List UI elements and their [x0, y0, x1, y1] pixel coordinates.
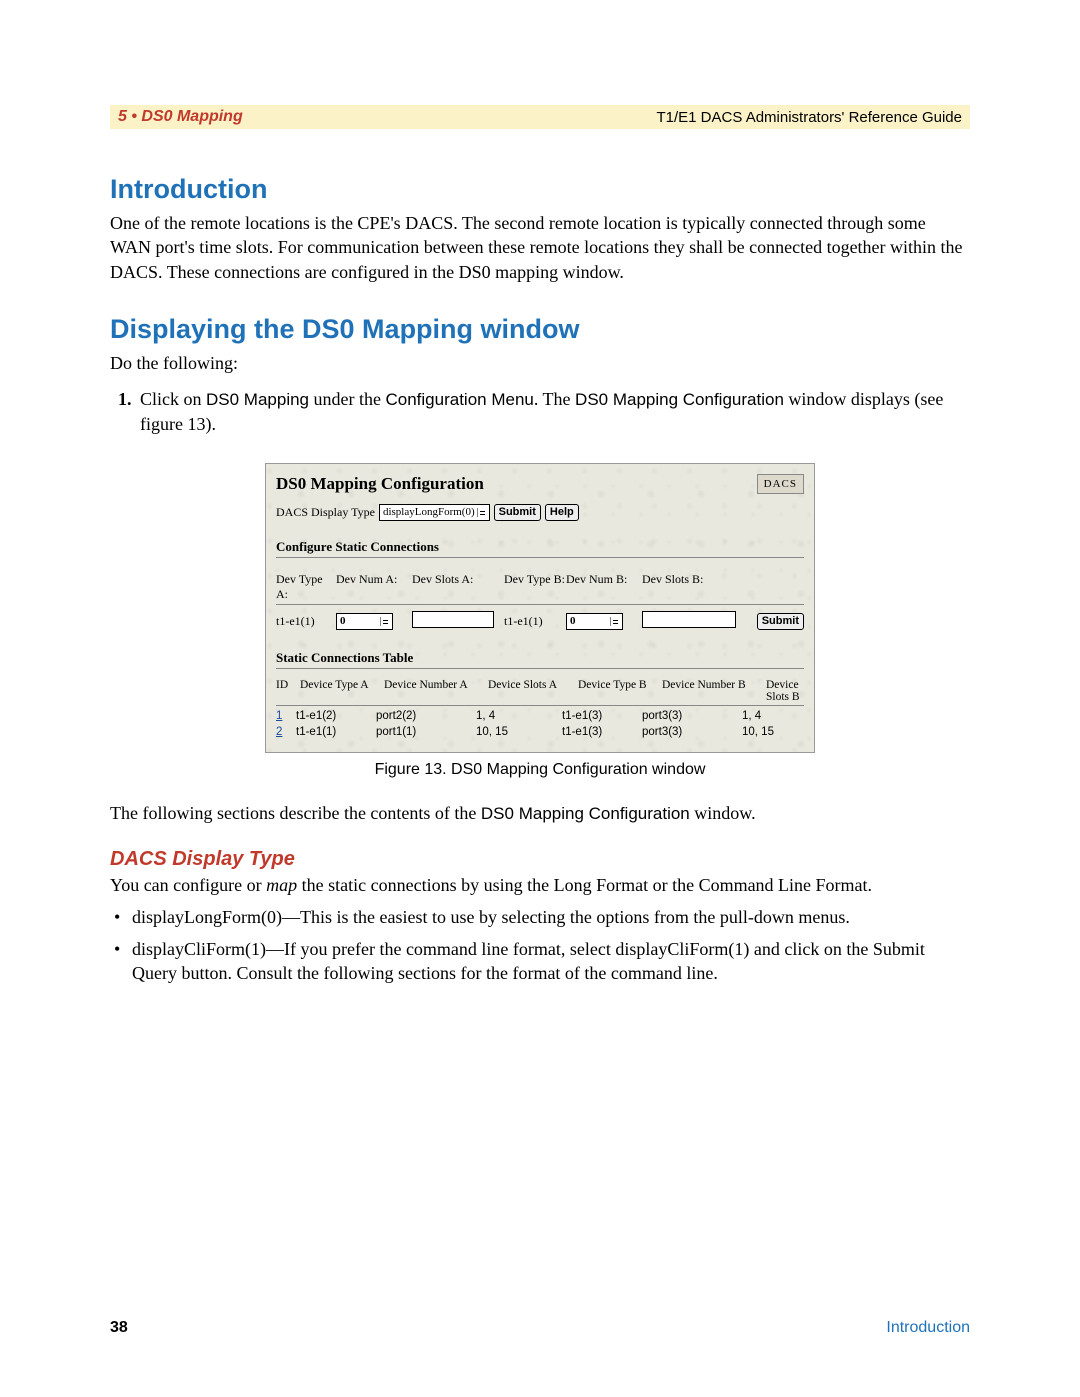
dt-body-em: map: [266, 875, 297, 895]
th-dsa: Device Slots A: [488, 679, 578, 703]
devtype-a-value: t1-e1(1): [276, 614, 336, 629]
hdr-devtype-a: Dev Type A:: [276, 572, 336, 605]
heading-dacs-display-type: DACS Display Type: [110, 848, 970, 871]
submit-button-row[interactable]: Submit: [757, 613, 804, 630]
static-table-heading: Static Connections Table: [276, 650, 804, 666]
after-fig-term: DS0 Mapping Configuration: [481, 804, 690, 823]
th-dta: Device Type A: [300, 679, 384, 703]
cell-dsb: 10, 15: [742, 726, 804, 738]
display-type-paragraph: You can configure or map the static conn…: [110, 873, 970, 897]
cell-dtb: t1-e1(3): [562, 726, 642, 738]
hdr-devnum-b: Dev Num B:: [566, 572, 642, 605]
cell-dta: t1-e1(2): [296, 710, 376, 722]
cell-dsb: 1, 4: [742, 710, 804, 722]
hdr-devslots-b: Dev Slots B:: [642, 572, 804, 605]
document-page: 5 • DS0 Mapping T1/E1 DACS Administrator…: [0, 0, 1080, 1397]
table-row: 2 t1-e1(1) port1(1) 10, 15 t1-e1(3) port…: [276, 726, 804, 738]
devnum-b-select[interactable]: 0: [566, 613, 623, 630]
devnum-a-select[interactable]: 0: [336, 613, 393, 630]
th-dnb: Device Number B: [662, 679, 766, 703]
step1-term-ds0-mapping: DS0 Mapping: [206, 390, 309, 409]
after-figure-paragraph: The following sections describe the cont…: [110, 801, 970, 826]
cell-dna: port1(1): [376, 726, 476, 738]
step1-text-a: Click on: [140, 389, 206, 409]
cell-dta: t1-e1(1): [296, 726, 376, 738]
page-number: 38: [110, 1319, 128, 1337]
footer-section: Introduction: [886, 1319, 970, 1337]
window-title: DS0 Mapping Configuration: [276, 474, 484, 494]
heading-displaying-window: Displaying the DS0 Mapping window: [110, 314, 970, 345]
configure-static-heading: Configure Static Connections: [276, 539, 804, 555]
submit-button-top[interactable]: Submit: [494, 504, 541, 521]
ds0-config-window: DS0 Mapping Configuration DACS DACS Disp…: [265, 463, 815, 753]
cell-dsa: 10, 15: [476, 726, 562, 738]
heading-introduction: Introduction: [110, 174, 970, 205]
intro-paragraph: One of the remote locations is the CPE's…: [110, 211, 970, 284]
display-type-select[interactable]: displayLongForm(0): [379, 504, 490, 521]
page-footer: 38 Introduction: [110, 1319, 970, 1337]
th-dtb: Device Type B: [578, 679, 662, 703]
devtype-b-value: t1-e1(1): [504, 614, 566, 629]
cell-dnb: port3(3): [642, 726, 742, 738]
input-row: t1-e1(1) 0 t1-e1(1) 0 Submit: [276, 611, 804, 632]
cell-dsa: 1, 4: [476, 710, 562, 722]
after-fig-b: window.: [690, 803, 756, 823]
bullet-longform: displayLongForm(0)—This is the easiest t…: [132, 905, 970, 929]
cell-dtb: t1-e1(3): [562, 710, 642, 722]
header-guide-title: T1/E1 DACS Administrators' Reference Gui…: [657, 109, 963, 126]
bullet-cliform: displayCliForm(1)—If you prefer the comm…: [132, 937, 970, 986]
hdr-devslots-a: Dev Slots A:: [412, 572, 504, 605]
column-headers: Dev Type A: Dev Num A: Dev Slots A: Dev …: [276, 572, 804, 605]
dt-body-b: the static connections by using the Long…: [297, 875, 872, 895]
hdr-devtype-b: Dev Type B:: [504, 572, 566, 605]
do-following-text: Do the following:: [110, 351, 970, 375]
table-row: 1 t1-e1(2) port2(2) 1, 4 t1-e1(3) port3(…: [276, 710, 804, 722]
figure-caption: Figure 13. DS0 Mapping Configuration win…: [110, 761, 970, 779]
cell-dna: port2(2): [376, 710, 476, 722]
after-fig-a: The following sections describe the cont…: [110, 803, 481, 823]
divider-1: [276, 557, 804, 558]
step1-term-window: DS0 Mapping Configuration: [575, 390, 784, 409]
help-button[interactable]: Help: [545, 504, 579, 521]
cell-id[interactable]: 2: [276, 726, 296, 738]
step1-text-b: under the: [309, 389, 385, 409]
display-type-label: DACS Display Type: [276, 505, 375, 520]
dacs-badge: DACS: [757, 474, 804, 494]
cell-id[interactable]: 1: [276, 710, 296, 722]
th-dna: Device Number A: [384, 679, 488, 703]
devslots-b-input[interactable]: [642, 611, 736, 628]
devslots-a-input[interactable]: [412, 611, 494, 628]
cell-dnb: port3(3): [642, 710, 742, 722]
steps-list: Click on DS0 Mapping under the Configura…: [110, 387, 970, 437]
step1-text-c: . The: [534, 389, 575, 409]
page-header: 5 • DS0 Mapping T1/E1 DACS Administrator…: [110, 105, 970, 129]
hdr-devnum-a: Dev Num A:: [336, 572, 412, 605]
header-chapter: 5 • DS0 Mapping: [118, 108, 243, 126]
th-dsb: Device Slots B: [766, 679, 804, 703]
divider-2: [276, 668, 804, 669]
table-header-row: ID Device Type A Device Number A Device …: [276, 679, 804, 706]
dt-body-a: You can configure or: [110, 875, 266, 895]
figure-13-wrap: DS0 Mapping Configuration DACS DACS Disp…: [110, 463, 970, 753]
display-type-bullets: displayLongForm(0)—This is the easiest t…: [110, 905, 970, 986]
th-id: ID: [276, 679, 300, 703]
step1-term-config-menu: Configuration Menu: [386, 390, 534, 409]
step-1: Click on DS0 Mapping under the Configura…: [136, 387, 970, 437]
